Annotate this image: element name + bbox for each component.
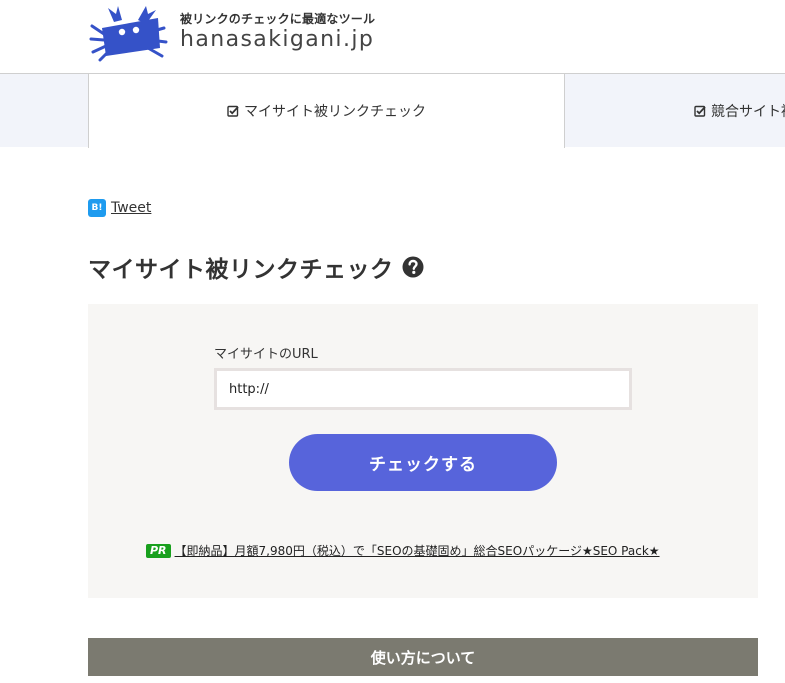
how-to-use-section-header[interactable]: 使い方について	[88, 638, 758, 676]
tab-mysite-backlink-check[interactable]: マイサイト被リンクチェック	[88, 74, 565, 148]
question-circle-icon[interactable]	[402, 256, 424, 278]
tab-label: マイサイト被リンクチェック	[244, 104, 426, 120]
tab-bar: マイサイト被リンクチェック 競合サイト被	[0, 73, 785, 148]
site-tagline: 被リンクのチェックに最適なツール	[180, 12, 376, 26]
check-square-icon	[227, 105, 239, 117]
url-field-label: マイサイトのURL	[214, 347, 318, 362]
pr-link[interactable]: 【即納品】月額7,980円（税込）で「SEOの基礎固め」総合SEOパッケージ★S…	[175, 542, 660, 559]
site-logo-text[interactable]: hanasakigani.jp	[180, 27, 374, 52]
url-check-form: マイサイトのURL チェックする PR 【即納品】月額7,980円（税込）で「S…	[88, 304, 758, 598]
share-buttons: B! Tweet	[88, 199, 151, 217]
pr-ad: PR 【即納品】月額7,980円（税込）で「SEOの基礎固め」総合SEOパッケー…	[146, 542, 706, 559]
pr-badge: PR	[146, 543, 171, 558]
site-header: 被リンクのチェックに最適なツール hanasakigani.jp	[0, 0, 785, 73]
page-title-text: マイサイト被リンクチェック	[88, 257, 394, 283]
url-input[interactable]	[214, 368, 632, 410]
tab-label: 競合サイト被	[711, 103, 785, 120]
tweet-link[interactable]: Tweet	[111, 200, 151, 216]
check-button[interactable]: チェックする	[289, 434, 557, 491]
tab-competitor-backlink-check[interactable]: 競合サイト被	[564, 74, 785, 147]
page-title: マイサイト被リンクチェック	[88, 250, 424, 284]
check-square-icon	[694, 105, 706, 117]
crab-icon[interactable]	[88, 4, 172, 62]
hatena-bookmark-icon[interactable]: B!	[88, 199, 106, 217]
